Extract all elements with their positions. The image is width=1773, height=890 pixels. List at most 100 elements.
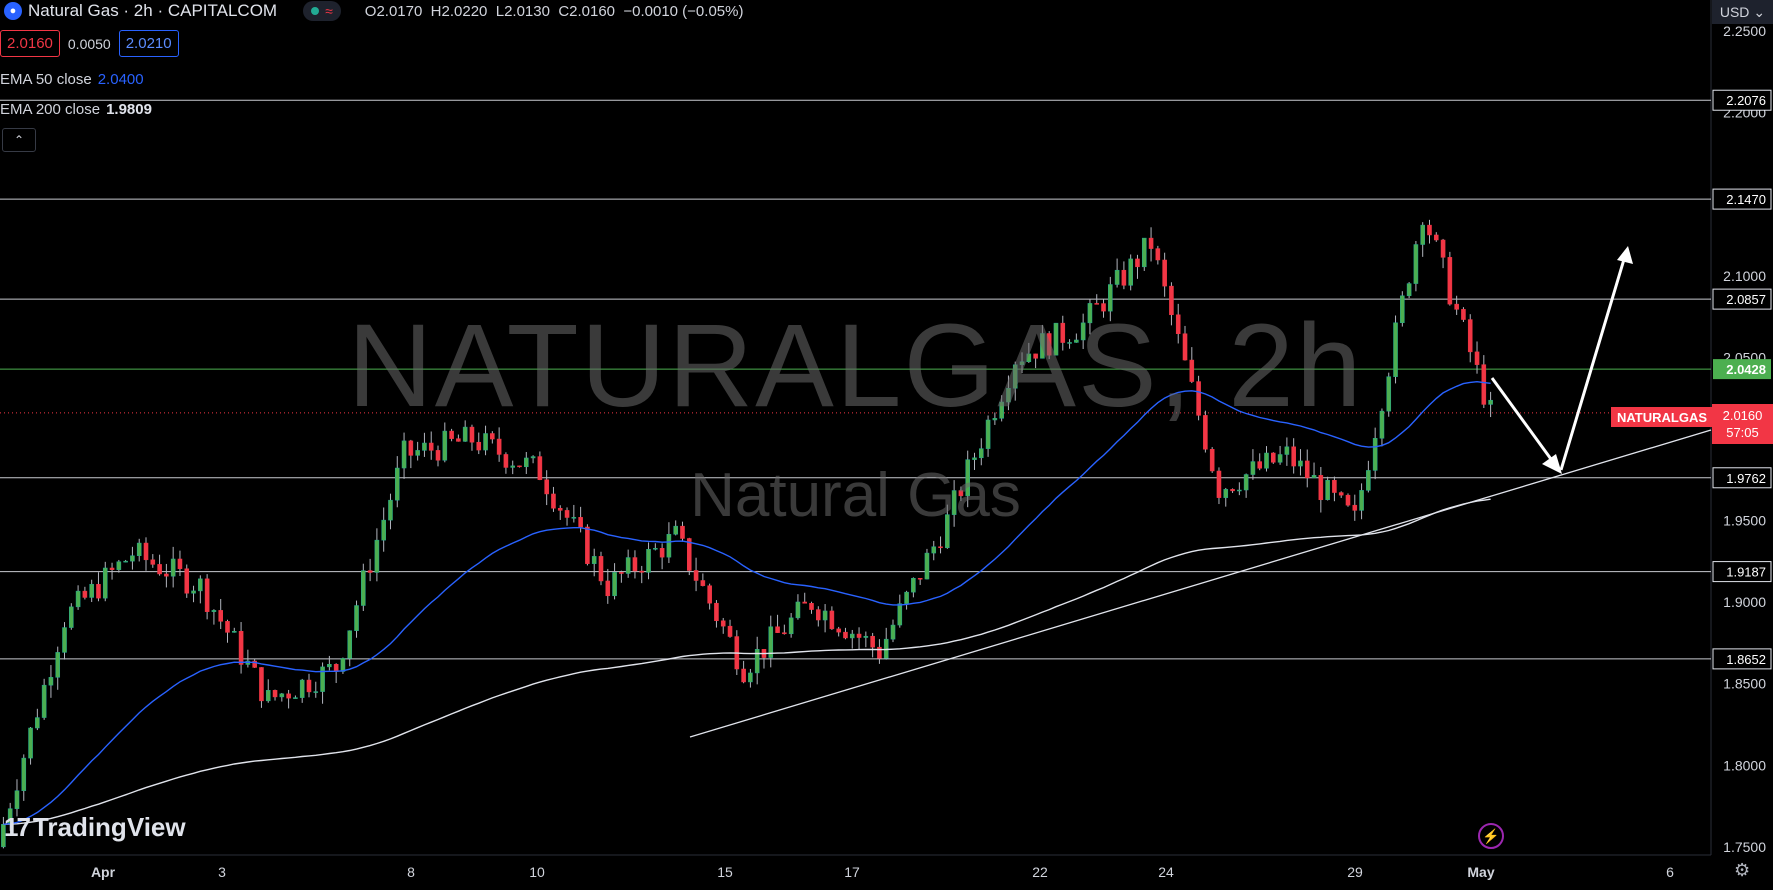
candle-body — [259, 667, 264, 702]
market-status[interactable]: ≈ — [303, 1, 341, 21]
candle-body — [822, 610, 828, 621]
candle-body — [619, 572, 624, 574]
candle — [130, 546, 135, 570]
candle-body — [367, 570, 373, 573]
candle — [313, 681, 319, 698]
candle — [259, 667, 264, 708]
candle — [35, 708, 40, 731]
close-value: C2.0160 — [558, 2, 616, 20]
ema200-label: EMA 200 close — [0, 101, 101, 118]
candle-body — [1284, 446, 1290, 455]
candle-body — [109, 567, 115, 570]
candle — [361, 563, 366, 612]
level-price-label: 2.0428 — [1726, 362, 1766, 377]
buy-button[interactable]: 2.0210 — [118, 30, 179, 57]
candle — [741, 660, 746, 684]
chevron-down-icon: ⌄ — [1753, 3, 1766, 20]
candle-body — [102, 567, 108, 599]
candle — [211, 609, 217, 625]
candle — [727, 619, 733, 638]
candle-body — [1135, 258, 1140, 268]
candle-body — [1440, 239, 1446, 258]
candle — [231, 627, 237, 633]
bar-countdown: 57:05 — [1726, 425, 1759, 440]
candle-body — [299, 679, 305, 698]
tradingview-logo[interactable]: 17 TradingView — [4, 812, 186, 843]
symbol-title[interactable]: Natural Gas · 2h · CAPITALCOM — [28, 1, 277, 21]
candle-body — [89, 584, 94, 598]
high-value: H2.0220 — [430, 2, 488, 20]
candle-body — [28, 727, 33, 759]
candle-body — [978, 448, 984, 459]
candle — [136, 538, 142, 562]
candle-body — [653, 548, 658, 550]
candle — [48, 665, 54, 698]
candle — [55, 646, 61, 690]
symbol-watermark: NATURALGAS, 2h — [347, 300, 1364, 432]
candle-body — [795, 601, 801, 619]
candle — [863, 631, 869, 648]
candle-body — [1121, 269, 1127, 286]
candle — [272, 689, 278, 701]
candle — [347, 630, 353, 667]
candle — [1128, 254, 1133, 291]
price-tick-label: 1.8500 — [1723, 676, 1766, 692]
candle-body — [150, 559, 156, 565]
candle-body — [177, 558, 183, 569]
candle-body — [856, 633, 862, 638]
candle-body — [1141, 237, 1147, 268]
candle-body — [354, 605, 359, 631]
candle — [150, 554, 156, 568]
candle — [1427, 219, 1432, 244]
candle — [333, 663, 339, 683]
gear-icon[interactable]: ⚙ — [1734, 860, 1750, 881]
lightning-icon[interactable]: ⚡ — [1478, 823, 1504, 849]
candle-body — [456, 438, 461, 442]
candle — [904, 590, 909, 610]
candle-body — [198, 578, 203, 592]
candle-body — [829, 610, 835, 630]
level-price-label: 1.9187 — [1726, 565, 1766, 580]
candle-body — [646, 549, 651, 573]
candle-body — [727, 625, 733, 637]
time-tick-label: May — [1467, 864, 1494, 880]
candle — [1162, 252, 1167, 297]
candle — [911, 577, 916, 598]
currency-select[interactable]: USD ⌄ — [1712, 0, 1773, 24]
low-value: L2.0130 — [495, 2, 550, 20]
candle-body — [231, 631, 237, 633]
price-chart[interactable]: 2.25002.20002.10002.05002.00001.95001.90… — [0, 0, 1773, 890]
candle — [748, 668, 753, 688]
time-tick-label: 15 — [717, 864, 733, 880]
candle-body — [883, 638, 889, 659]
candle — [829, 606, 835, 630]
ema50-legend[interactable]: EMA 50 close 2.0400 — [0, 71, 144, 88]
level-price-label: 2.2076 — [1726, 93, 1766, 108]
candle-body — [48, 677, 54, 686]
candle-body — [904, 591, 909, 604]
candle-body — [585, 526, 590, 564]
candle-body — [476, 441, 482, 451]
ema200-legend[interactable]: EMA 200 close 1.9809 — [0, 101, 152, 118]
sell-button[interactable]: 2.0160 — [0, 30, 60, 57]
candle-body — [490, 433, 495, 440]
candle-body — [218, 610, 223, 622]
brand-name: TradingView — [32, 812, 186, 842]
candle-body — [788, 617, 794, 635]
candle — [836, 626, 841, 637]
candle — [619, 570, 624, 583]
candle-body — [82, 590, 88, 598]
candle — [170, 546, 176, 588]
level-price-label: 1.8652 — [1726, 652, 1766, 667]
candle — [238, 622, 244, 674]
time-tick-label: 29 — [1347, 864, 1363, 880]
candle — [788, 613, 794, 638]
price-tick-label: 1.9500 — [1723, 513, 1766, 529]
candle-body — [69, 606, 74, 628]
collapse-legend-button[interactable]: ⌃ — [2, 128, 36, 152]
candle — [897, 594, 903, 628]
candle-body — [21, 757, 27, 791]
candle — [754, 636, 760, 685]
candle — [191, 585, 196, 603]
time-tick-label: 17 — [844, 864, 860, 880]
